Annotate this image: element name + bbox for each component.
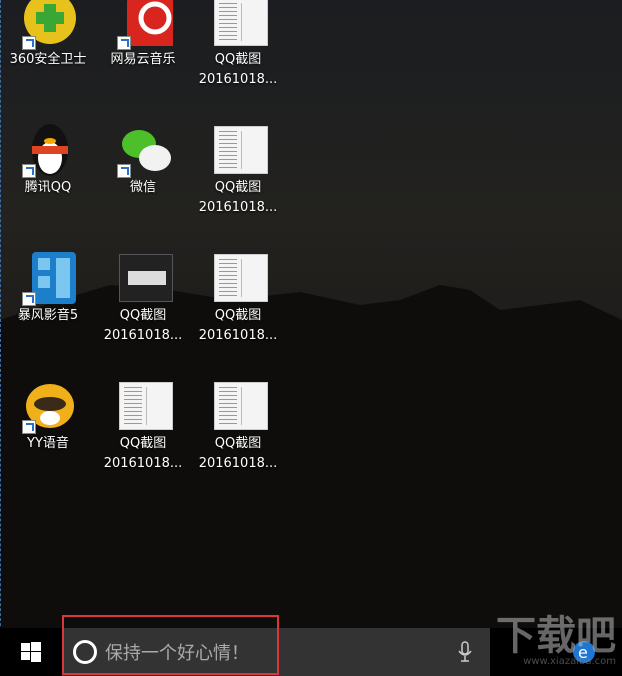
icon-label: QQ截图	[214, 180, 262, 195]
desktop-icon-baofeng[interactable]: 暴风影音5	[3, 252, 93, 326]
windows-logo-icon	[21, 642, 41, 662]
baofeng-film-icon	[18, 252, 78, 306]
icon-label: 360安全卫士	[9, 52, 87, 67]
desktop-icon-360[interactable]: 360安全卫士	[3, 0, 93, 70]
desktop-icon-wechat[interactable]: 微信	[98, 124, 188, 198]
icon-label: YY语音	[27, 436, 69, 451]
icon-label: 腾讯QQ	[24, 180, 72, 195]
icon-label: QQ截图	[214, 308, 262, 323]
start-button[interactable]	[0, 628, 62, 676]
desktop-icon-screenshot[interactable]: QQ截图 20161018...	[193, 380, 283, 474]
microphone-icon[interactable]	[458, 641, 472, 663]
netease-music-icon	[113, 0, 187, 50]
yy-raccoon-icon	[18, 380, 78, 434]
icon-label: 20161018...	[198, 200, 278, 215]
icon-label: 网易云音乐	[110, 52, 176, 67]
qq-penguin-icon	[18, 124, 78, 178]
image-thumbnail-icon	[208, 124, 268, 178]
watermark-text: 下载吧	[496, 613, 616, 659]
icon-label: 20161018...	[198, 72, 278, 87]
desktop-icon-screenshot[interactable]: QQ截图 20161018...	[98, 380, 188, 474]
desktop-icon-screenshot[interactable]: QQ截图 20161018...	[193, 252, 283, 346]
icon-label: 20161018...	[198, 328, 278, 343]
mountain-silhouette	[0, 285, 622, 628]
watermark: 下载吧 www.xiazaiba.com	[496, 616, 616, 668]
icon-label: QQ截图	[119, 308, 167, 323]
desktop-icon-qq[interactable]: 腾讯QQ	[3, 124, 93, 198]
desktop-icon-yy[interactable]: YY语音	[3, 380, 93, 454]
icon-label: 20161018...	[103, 456, 183, 471]
icon-label: QQ截图	[214, 52, 262, 67]
icon-label: 微信	[129, 180, 156, 195]
desktop-icon-screenshot[interactable]: QQ截图 20161018...	[98, 252, 188, 346]
icon-label: 20161018...	[198, 456, 278, 471]
icon-label: 20161018...	[103, 328, 183, 343]
icon-label: QQ截图	[119, 436, 167, 451]
image-thumbnail-icon	[208, 380, 268, 434]
image-thumbnail-icon	[113, 252, 173, 306]
image-thumbnail-icon	[208, 252, 268, 306]
desktop-icon-netease-music[interactable]: 网易云音乐	[98, 0, 188, 70]
icon-label: 暴风影音5	[17, 308, 79, 323]
desktop-icon-screenshot[interactable]: QQ截图 20161018...	[193, 124, 283, 218]
wechat-icon	[113, 124, 173, 178]
desktop-icon-screenshot[interactable]: QQ截图 20161018...	[193, 0, 283, 90]
icon-label: QQ截图	[214, 436, 262, 451]
desktop-wallpaper: 360安全卫士 网易云音乐 QQ截图 20161018... 腾讯QQ 微信 QQ…	[0, 0, 622, 628]
image-thumbnail-icon	[113, 380, 173, 434]
image-thumbnail-icon	[208, 0, 268, 50]
highlight-box	[62, 615, 279, 675]
360-icon	[18, 0, 78, 50]
